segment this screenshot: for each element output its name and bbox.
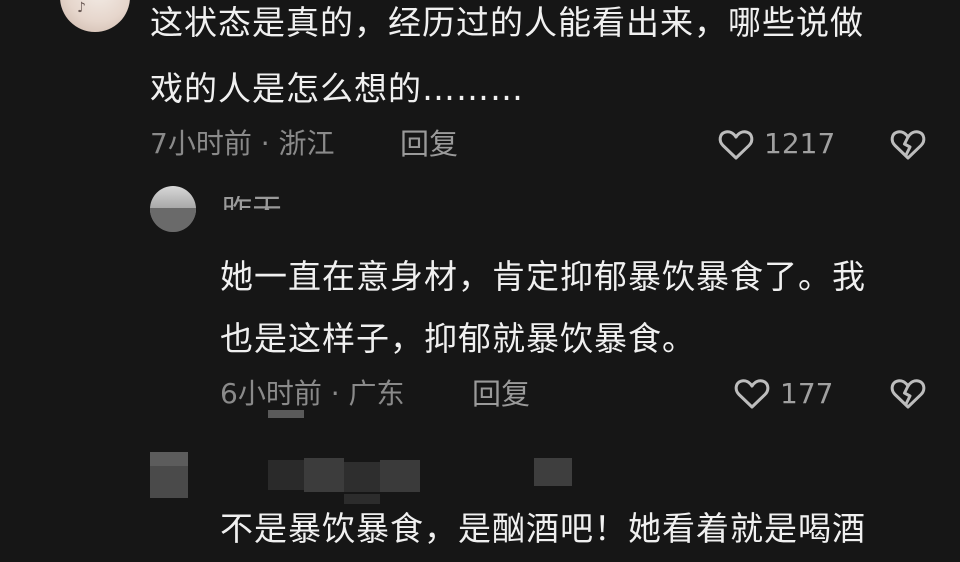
comment-3-text-line-1: 不是暴饮暴食，是酗酒吧！她看着就是喝酒 [220, 509, 866, 548]
mosaic-redaction [0, 0, 960, 554]
